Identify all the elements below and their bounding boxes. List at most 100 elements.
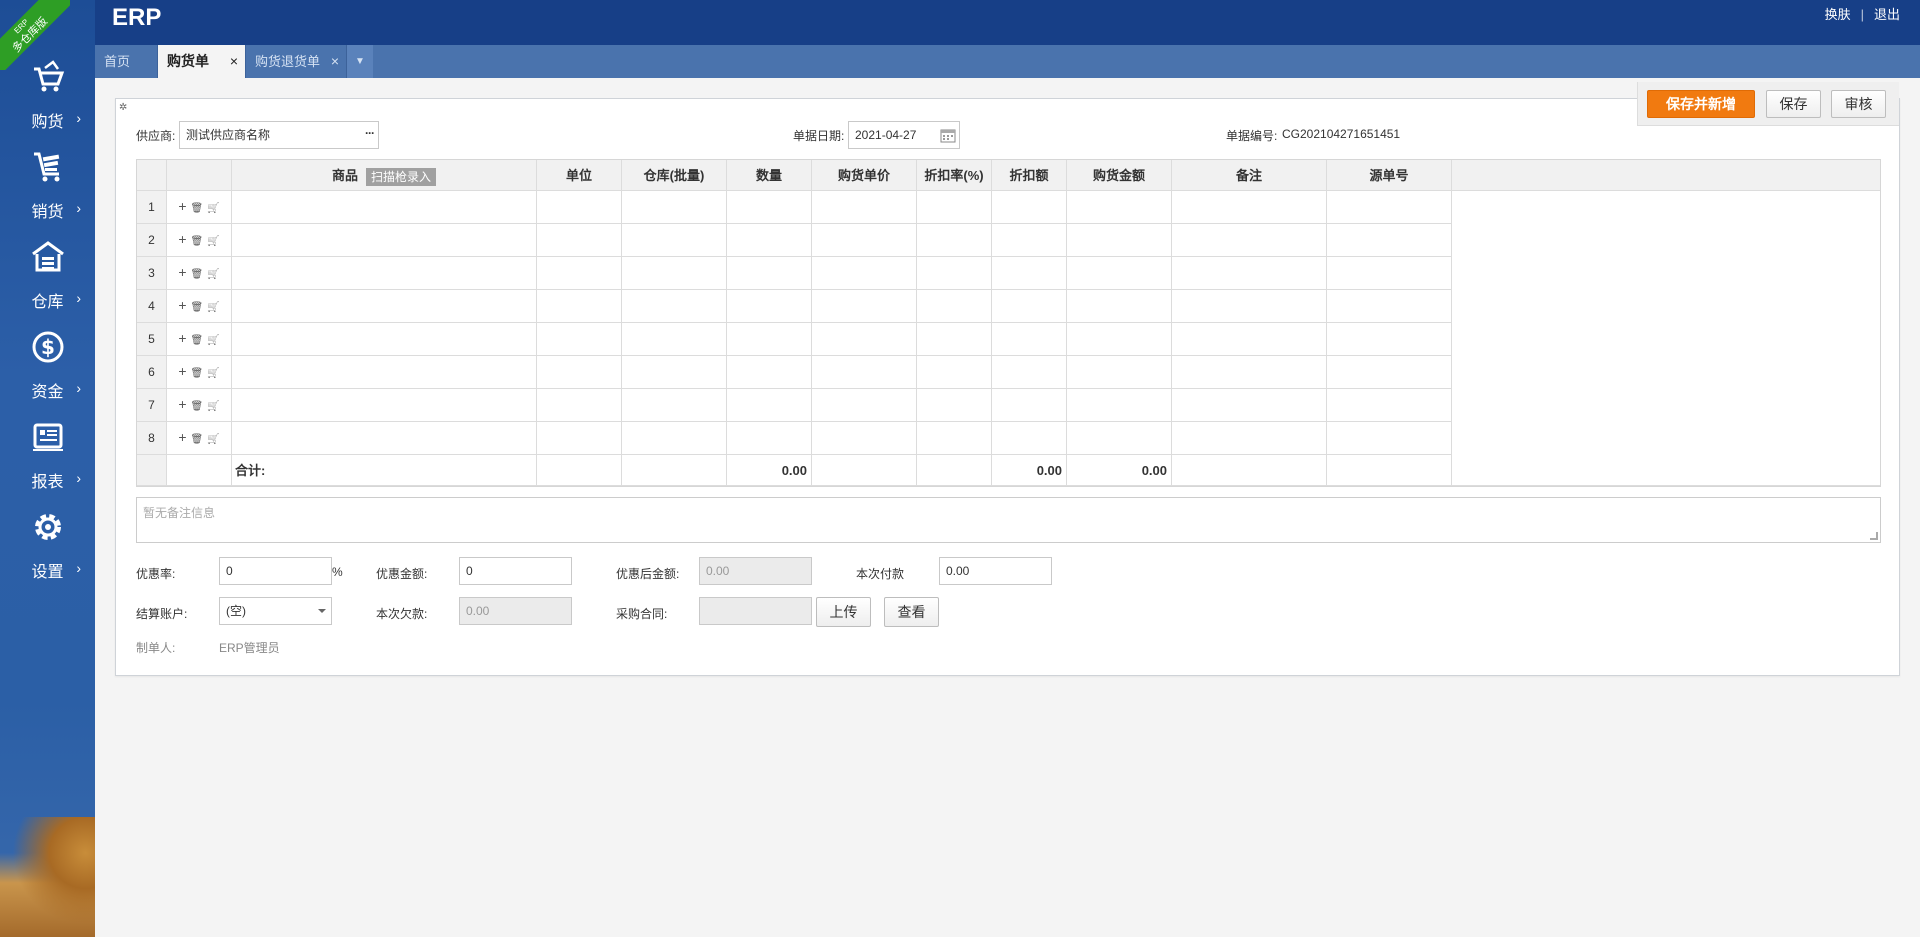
cart-icon[interactable]: 🛒 xyxy=(207,269,219,280)
grid-cell[interactable] xyxy=(727,389,812,422)
calendar-icon[interactable] xyxy=(940,127,956,143)
grid-cell[interactable] xyxy=(1172,323,1327,356)
grid-cell[interactable] xyxy=(537,290,622,323)
save-and-new-button[interactable]: 保存并新增 xyxy=(1647,90,1755,118)
grid-cell[interactable] xyxy=(537,257,622,290)
grid-cell[interactable] xyxy=(1067,290,1172,323)
grid-cell[interactable] xyxy=(917,389,992,422)
chevron-down-icon[interactable]: ▼ xyxy=(347,45,373,78)
grid-cell[interactable] xyxy=(1172,389,1327,422)
cart-icon[interactable]: 🛒 xyxy=(207,368,219,379)
discount-rate-input[interactable]: 0 xyxy=(219,557,332,585)
account-select[interactable]: (空) xyxy=(219,597,332,625)
delete-row-icon[interactable]: 🗑 xyxy=(191,269,204,280)
grid-cell[interactable] xyxy=(1327,389,1452,422)
grid-cell[interactable] xyxy=(537,389,622,422)
date-field[interactable]: 2021-04-27 xyxy=(848,121,960,149)
audit-button[interactable]: 审核 xyxy=(1831,90,1886,118)
grid-cell[interactable] xyxy=(992,323,1067,356)
grid-cell[interactable] xyxy=(1067,389,1172,422)
grid-cell[interactable] xyxy=(537,356,622,389)
upload-button[interactable]: 上传 xyxy=(816,597,871,627)
grid-cell[interactable] xyxy=(727,356,812,389)
grid-cell[interactable] xyxy=(992,356,1067,389)
grid-cell[interactable] xyxy=(917,191,992,224)
cart-icon[interactable]: 🛒 xyxy=(207,236,219,247)
grid-cell[interactable] xyxy=(812,323,917,356)
grid-cell[interactable] xyxy=(1067,191,1172,224)
grid-cell[interactable] xyxy=(232,191,537,224)
grid-cell[interactable] xyxy=(917,422,992,455)
grid-cell[interactable] xyxy=(1327,356,1452,389)
grid-cell[interactable] xyxy=(1067,323,1172,356)
scan-entry-button[interactable]: 扫描枪录入 xyxy=(366,167,437,186)
add-row-icon[interactable]: + xyxy=(178,297,186,313)
add-row-icon[interactable]: + xyxy=(178,363,186,379)
add-row-icon[interactable]: + xyxy=(178,198,186,214)
close-icon[interactable]: × xyxy=(331,45,339,78)
add-row-icon[interactable]: + xyxy=(178,264,186,280)
grid-cell[interactable] xyxy=(232,257,537,290)
close-icon[interactable]: × xyxy=(230,45,238,78)
grid-cell[interactable] xyxy=(1327,224,1452,257)
grid-cell[interactable] xyxy=(232,389,537,422)
grid-cell[interactable] xyxy=(812,224,917,257)
grid-cell[interactable] xyxy=(232,356,537,389)
delete-row-icon[interactable]: 🗑 xyxy=(191,236,204,247)
grid-cell[interactable] xyxy=(1067,257,1172,290)
grid-cell[interactable] xyxy=(992,422,1067,455)
grid-cell[interactable] xyxy=(537,191,622,224)
cart-icon[interactable]: 🛒 xyxy=(207,302,219,313)
grid-cell[interactable] xyxy=(1327,257,1452,290)
save-button[interactable]: 保存 xyxy=(1766,90,1821,118)
grid-cell[interactable] xyxy=(992,224,1067,257)
cart-icon[interactable]: 🛒 xyxy=(207,203,219,214)
grid-cell[interactable] xyxy=(1172,224,1327,257)
grid-cell[interactable] xyxy=(622,323,727,356)
grid-cell[interactable] xyxy=(622,389,727,422)
delete-row-icon[interactable]: 🗑 xyxy=(191,203,204,214)
add-row-icon[interactable]: + xyxy=(178,429,186,445)
sidebar-item-settings[interactable]: 设置 › xyxy=(0,510,95,600)
settings-small-icon[interactable]: ✲ xyxy=(119,102,127,113)
delete-row-icon[interactable]: 🗑 xyxy=(191,302,204,313)
grid-cell[interactable] xyxy=(917,257,992,290)
grid-cell[interactable] xyxy=(992,191,1067,224)
sidebar-item-sales[interactable]: 销货 › xyxy=(0,150,95,240)
view-button[interactable]: 查看 xyxy=(884,597,939,627)
grid-cell[interactable] xyxy=(622,290,727,323)
tab-home[interactable]: 首页 xyxy=(95,45,158,78)
grid-cell[interactable] xyxy=(1327,290,1452,323)
grid-cell[interactable] xyxy=(537,224,622,257)
grid-cell[interactable] xyxy=(812,191,917,224)
grid-cell[interactable] xyxy=(917,323,992,356)
discount-amount-input[interactable]: 0 xyxy=(459,557,572,585)
remark-textarea[interactable]: 暂无备注信息 xyxy=(136,497,1881,543)
grid-cell[interactable] xyxy=(812,422,917,455)
grid-cell[interactable] xyxy=(917,356,992,389)
grid-cell[interactable] xyxy=(727,323,812,356)
delete-row-icon[interactable]: 🗑 xyxy=(191,368,204,379)
paid-input[interactable]: 0.00 xyxy=(939,557,1052,585)
grid-cell[interactable] xyxy=(232,323,537,356)
add-row-icon[interactable]: + xyxy=(178,396,186,412)
sidebar-item-purchase[interactable]: 购货 › xyxy=(0,60,95,150)
grid-cell[interactable] xyxy=(992,257,1067,290)
supplier-field[interactable]: 测试供应商名称 ··· xyxy=(179,121,379,149)
sidebar-item-warehouse[interactable]: 仓库 › xyxy=(0,240,95,330)
grid-cell[interactable] xyxy=(1067,224,1172,257)
grid-cell[interactable] xyxy=(1067,422,1172,455)
add-row-icon[interactable]: + xyxy=(178,231,186,247)
grid-cell[interactable] xyxy=(622,422,727,455)
grid-cell[interactable] xyxy=(1172,290,1327,323)
grid-cell[interactable] xyxy=(537,422,622,455)
grid-cell[interactable] xyxy=(622,356,727,389)
delete-row-icon[interactable]: 🗑 xyxy=(191,434,204,445)
tab-purchase-return[interactable]: 购货退货单 × xyxy=(246,45,347,78)
resize-handle-icon[interactable] xyxy=(1870,532,1878,540)
grid-cell[interactable] xyxy=(1172,191,1327,224)
cart-icon[interactable]: 🛒 xyxy=(207,335,219,346)
grid-cell[interactable] xyxy=(812,356,917,389)
grid-cell[interactable] xyxy=(727,257,812,290)
grid-cell[interactable] xyxy=(812,257,917,290)
